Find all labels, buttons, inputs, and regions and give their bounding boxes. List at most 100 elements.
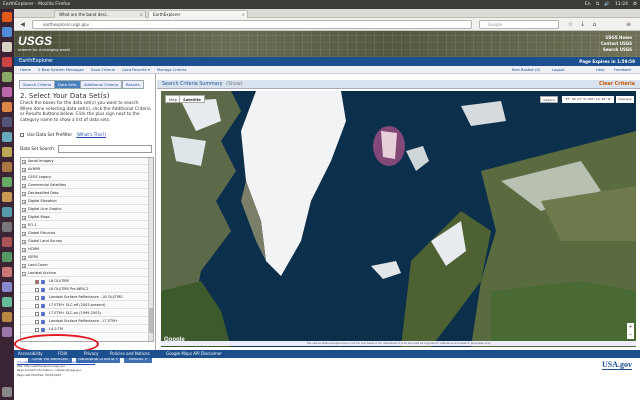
list-item[interactable]: + Global Land Survey — [21, 238, 147, 245]
tab-results[interactable]: Results — [122, 80, 144, 89]
zoom-in-icon[interactable]: + — [627, 323, 634, 331]
list-item[interactable]: + Land Cover — [21, 262, 147, 269]
dataset-checkbox[interactable] — [35, 319, 39, 324]
options-button[interactable]: Options — [540, 96, 558, 103]
plus-icon[interactable]: + — [22, 207, 26, 212]
list-item[interactable]: + AVHRR — [21, 166, 147, 173]
files-icon[interactable] — [2, 27, 12, 37]
url-input[interactable]: earthexplorer.usgs.gov — [32, 20, 472, 29]
app-icon-3[interactable] — [2, 162, 12, 172]
plus-icon[interactable]: + — [22, 263, 26, 268]
list-item[interactable]: + Digital Line Graphs — [21, 206, 147, 213]
list-item[interactable]: Landsat Surface Reflectance - L7 ETM+ — [21, 318, 147, 325]
app-icon-13[interactable] — [2, 312, 12, 322]
help-link[interactable]: Help — [596, 66, 604, 74]
app-icon-7[interactable] — [2, 222, 12, 232]
menu-load-favorite[interactable]: Load Favorite ▾ — [122, 68, 150, 72]
dataset-checkbox[interactable] — [35, 311, 39, 316]
zoom-out-icon[interactable]: − — [627, 331, 634, 339]
zoom-control[interactable]: + − — [627, 323, 634, 339]
info-icon[interactable] — [41, 327, 45, 332]
list-item[interactable]: + Commercial Satellites — [21, 182, 147, 189]
info-icon[interactable] — [41, 319, 45, 324]
prefilter-checkbox[interactable] — [20, 133, 24, 137]
volume-icon[interactable]: 🔊 — [604, 0, 610, 9]
list-item[interactable]: + EO-1 — [21, 222, 147, 229]
menu-save-criteria[interactable]: Save Criteria — [91, 68, 115, 72]
overlays-button[interactable]: Overlays — [616, 96, 634, 103]
list-item[interactable]: + Digital Maps — [21, 214, 147, 221]
show-link[interactable]: (Show) — [226, 82, 243, 87]
dataset-search-input[interactable] — [58, 145, 152, 153]
search-input[interactable]: Google — [479, 20, 559, 29]
list-item[interactable]: L8 OLI/TIRS Pre-WRS-2 — [21, 286, 147, 293]
home-icon[interactable]: ⌂ — [590, 20, 599, 29]
app-icon-11[interactable] — [2, 282, 12, 292]
app-icon-9[interactable] — [2, 252, 12, 262]
firefox-icon[interactable] — [2, 12, 12, 22]
menu-system-messages[interactable]: 2 New System Messages — [38, 68, 84, 72]
plus-icon[interactable]: + — [22, 199, 26, 204]
plus-icon[interactable]: + — [22, 255, 26, 260]
dataset-checkbox[interactable] — [35, 303, 39, 308]
close-icon[interactable]: × — [140, 11, 143, 18]
close-icon[interactable]: × — [242, 11, 245, 18]
satellite-map[interactable] — [161, 91, 636, 347]
map-view[interactable]: Map Satellite 87° 36' 07" N, 000° 14' 46… — [161, 91, 636, 347]
presentation-icon[interactable] — [2, 87, 12, 97]
plus-icon[interactable]: + — [22, 231, 26, 236]
dataset-checkbox[interactable] — [35, 279, 39, 284]
gear-icon[interactable]: ⚙ — [633, 0, 637, 9]
info-icon[interactable] — [41, 311, 45, 316]
list-item[interactable]: + HCMM — [21, 246, 147, 253]
info-icon[interactable] — [41, 295, 45, 300]
list-item[interactable]: L7 ETM+ SLC-off (2003-present) — [21, 302, 147, 309]
plus-icon[interactable]: + — [22, 247, 26, 252]
privacy-link[interactable]: Privacy — [84, 350, 98, 358]
foia-link[interactable]: FOIA — [58, 350, 67, 358]
user-name[interactable]: Bert Bastiot (0) — [512, 66, 540, 74]
downloads-icon[interactable]: ↓ — [578, 20, 587, 29]
terminal-icon[interactable] — [2, 117, 12, 127]
clock[interactable]: 11:24 — [615, 0, 628, 9]
app-icon-10[interactable] — [2, 267, 12, 277]
landsat-archive-item[interactable]: − Landsat Archive — [21, 270, 147, 277]
plus-icon[interactable]: + — [22, 215, 26, 220]
back-icon[interactable]: ◀ — [18, 20, 27, 29]
whats-this-link[interactable]: (What's This?) — [76, 132, 106, 137]
list-scrollbar[interactable] — [148, 158, 153, 341]
clear-criteria-link[interactable]: Clear Criteria — [599, 80, 635, 89]
app-title[interactable]: EarthExplorer — [19, 58, 53, 64]
settings-icon[interactable] — [2, 132, 12, 142]
info-icon[interactable] — [41, 287, 45, 292]
app-icon-2[interactable] — [2, 147, 12, 157]
network-icon[interactable]: ⇅ — [596, 0, 600, 9]
bookmark-icon[interactable]: ☆ — [566, 20, 575, 29]
usgs-logo[interactable]: USGS — [18, 34, 52, 48]
logout-link[interactable]: Logout — [552, 66, 565, 74]
menu-home[interactable]: Home — [20, 68, 31, 72]
trash-icon[interactable] — [2, 387, 12, 397]
plus-icon[interactable]: + — [22, 191, 26, 196]
plus-icon[interactable]: + — [22, 183, 26, 188]
tab-earthexplorer[interactable]: EarthExplorer × — [148, 10, 248, 18]
list-item[interactable]: + Aerial Imagery — [21, 158, 147, 165]
plus-icon[interactable]: + — [22, 159, 26, 164]
plus-icon[interactable]: + — [22, 175, 26, 180]
app-icon[interactable] — [2, 102, 12, 112]
app-icon-5[interactable] — [2, 192, 12, 202]
app-icon-12[interactable] — [2, 297, 12, 307]
info-icon[interactable] — [41, 303, 45, 308]
tab-search-criteria[interactable]: Search Criteria — [19, 80, 56, 89]
feedback-link[interactable]: Feedback — [614, 66, 632, 74]
app-icon-8[interactable] — [2, 237, 12, 247]
plus-icon[interactable]: + — [22, 167, 26, 172]
accessibility-link[interactable]: Accessibility — [18, 350, 43, 358]
dataset-checkbox[interactable] — [35, 327, 39, 332]
list-item[interactable]: + ISERV — [21, 254, 147, 261]
tab-band-designations[interactable]: What are the band desi... × — [54, 10, 146, 18]
plus-icon[interactable]: + — [22, 223, 26, 228]
usagov-logo[interactable]: USA.gov — [602, 360, 633, 370]
software-center-icon[interactable] — [2, 57, 12, 67]
dataset-checkbox[interactable] — [35, 287, 39, 292]
